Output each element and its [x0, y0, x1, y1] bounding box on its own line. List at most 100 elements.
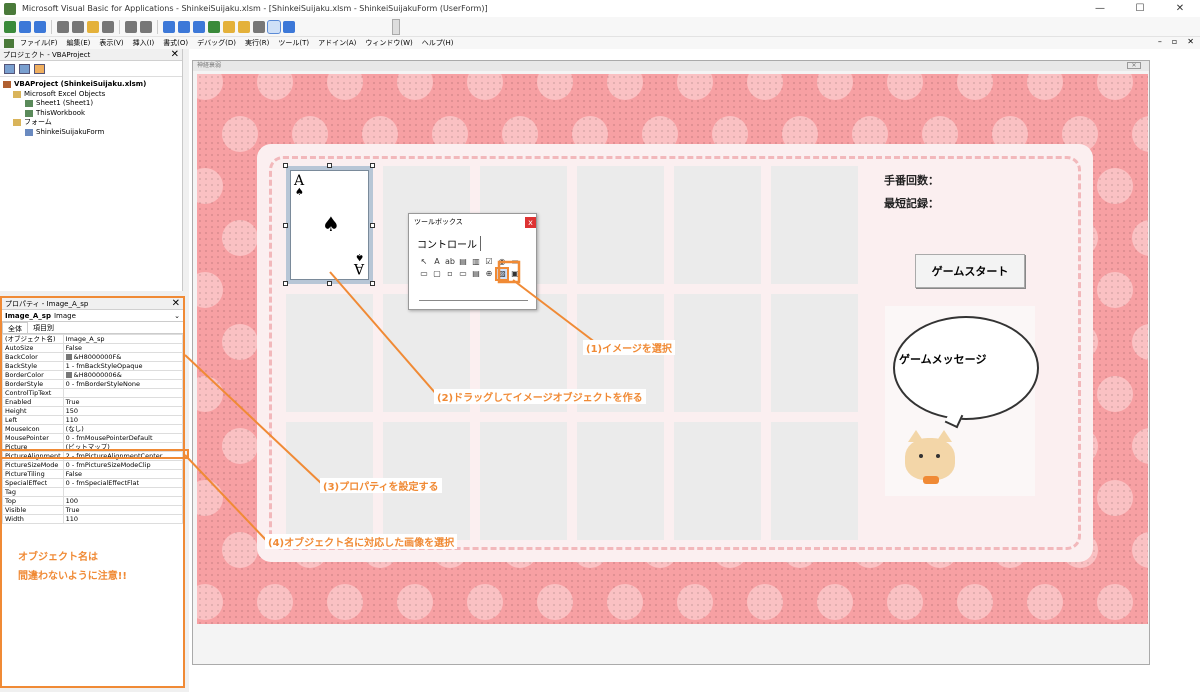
toolbox-control-icon[interactable]: ☑: [484, 257, 494, 267]
find-icon[interactable]: [102, 20, 114, 33]
property-row[interactable]: AutoSize False: [2, 343, 184, 353]
close-icon[interactable]: ✕: [172, 298, 180, 309]
resize-handle[interactable]: [370, 281, 375, 286]
property-value[interactable]: &H80000006&: [62, 370, 184, 380]
property-value[interactable]: 0 - fmMousePointerDefault: [62, 433, 184, 443]
mdi-restore-button[interactable]: ▫: [1172, 37, 1177, 46]
tree-node-userform[interactable]: ShinkeiSuijakuForm: [3, 128, 182, 138]
image-control-icon[interactable]: ▨: [495, 267, 509, 281]
mdi-close-button[interactable]: ✕: [1187, 37, 1194, 46]
close-button[interactable]: ✕: [1160, 0, 1200, 17]
properties-window-icon[interactable]: [238, 20, 250, 33]
property-value[interactable]: [62, 388, 184, 398]
excel-view-icon[interactable]: [4, 20, 16, 33]
break-icon[interactable]: [178, 20, 190, 33]
resize-handle[interactable]: [283, 163, 288, 168]
property-row[interactable]: BackColor &H8000000F&: [2, 352, 184, 362]
mdi-minimize-button[interactable]: –: [1158, 37, 1162, 46]
chevron-down-icon[interactable]: ⌄: [174, 312, 180, 320]
redo-icon[interactable]: [140, 20, 152, 33]
game-board[interactable]: A ♠ ♠ ♠ A 手番回数： 最短記録： ゲームスタート ゲームメッセージ: [257, 144, 1093, 562]
property-row[interactable]: Top 100: [2, 496, 184, 506]
property-row[interactable]: Visible True: [2, 505, 184, 515]
property-row[interactable]: PictureTiling False: [2, 469, 184, 479]
reset-icon[interactable]: [193, 20, 205, 33]
save-icon[interactable]: [34, 20, 46, 33]
object-browser-icon[interactable]: [253, 20, 265, 33]
property-row[interactable]: PictureSizeMode 0 - fmPictureSizeModeClip: [2, 460, 184, 470]
resize-handle[interactable]: [283, 223, 288, 228]
tab-controls[interactable]: コントロール: [417, 236, 481, 251]
property-value[interactable]: (なし): [62, 424, 184, 434]
property-row[interactable]: Left 110: [2, 415, 184, 425]
tab-alphabetic[interactable]: 全体: [2, 322, 28, 333]
property-value[interactable]: 110: [62, 514, 184, 524]
toolbox-control-icon[interactable]: ab: [445, 257, 455, 267]
property-row[interactable]: MousePointer 0 - fmMousePointerDefault: [2, 433, 184, 443]
toolbox-control-icon[interactable]: ▢: [432, 269, 442, 279]
resize-handle[interactable]: [327, 281, 332, 286]
property-row[interactable]: Height 150: [2, 406, 184, 416]
property-value[interactable]: False: [62, 469, 184, 479]
property-row[interactable]: MouseIcon (なし): [2, 424, 184, 434]
menu-format[interactable]: 書式(O): [163, 38, 188, 48]
property-value[interactable]: 150: [62, 406, 184, 416]
tree-node-project[interactable]: VBAProject (ShinkeiSuijaku.xlsm): [3, 80, 182, 90]
close-icon[interactable]: ✕: [171, 49, 179, 60]
property-value[interactable]: False: [62, 343, 184, 353]
property-value[interactable]: [62, 487, 184, 497]
paste-icon[interactable]: [87, 20, 99, 33]
maximize-button[interactable]: ☐: [1120, 0, 1160, 17]
property-row[interactable]: BorderColor &H80000006&: [2, 370, 184, 380]
toolbox-control-icon[interactable]: A: [432, 257, 442, 267]
menu-edit[interactable]: 編集(E): [67, 38, 91, 48]
property-value[interactable]: True: [62, 505, 184, 515]
run-icon[interactable]: [163, 20, 175, 33]
menu-tools[interactable]: ツール(T): [278, 38, 309, 48]
property-value[interactable]: &H8000000F&: [62, 352, 184, 362]
close-icon[interactable]: x: [525, 216, 536, 228]
menu-insert[interactable]: 挿入(I): [133, 38, 155, 48]
copy-icon[interactable]: [72, 20, 84, 33]
toolbox-control-icon[interactable]: ◉: [497, 257, 507, 267]
property-row[interactable]: SpecialEffect 0 - fmSpecialEffectFlat: [2, 478, 184, 488]
resize-handle[interactable]: [370, 223, 375, 228]
property-value[interactable]: True: [62, 397, 184, 407]
object-selector[interactable]: Image_A_sp Image ⌄: [2, 310, 183, 322]
menu-debug[interactable]: デバッグ(D): [197, 38, 236, 48]
toolbox-control-icon[interactable]: ↖: [419, 257, 429, 267]
toolbar-grip[interactable]: [392, 19, 400, 35]
image-a-sp[interactable]: A ♠ ♠ ♠ A: [286, 166, 373, 284]
tree-node-excel-objects[interactable]: Microsoft Excel Objects: [3, 90, 182, 100]
help-icon[interactable]: [283, 20, 295, 33]
menu-window[interactable]: ウィンドウ(W): [365, 38, 412, 48]
property-value[interactable]: 110: [62, 415, 184, 425]
undo-icon[interactable]: [125, 20, 137, 33]
toolbox-icon[interactable]: [267, 19, 281, 34]
toolbox-control-icon[interactable]: ▭: [458, 269, 468, 279]
toolbox-control-icon[interactable]: ▤: [458, 257, 468, 267]
toolbox-control-icon[interactable]: ⊕: [484, 269, 494, 279]
toolbox-control-icon[interactable]: [523, 269, 533, 279]
toolbox-control-icon[interactable]: ▤: [471, 269, 481, 279]
resize-handle[interactable]: [283, 281, 288, 286]
property-row[interactable]: Tag: [2, 487, 184, 497]
property-row[interactable]: BackStyle 1 - fmBackStyleOpaque: [2, 361, 184, 371]
toolbox-control-icon[interactable]: ▭: [419, 269, 429, 279]
property-row[interactable]: (オブジェクト名) Image_A_sp: [2, 334, 184, 344]
property-value[interactable]: 0 - fmBorderStyleNone: [62, 379, 184, 389]
property-row[interactable]: Enabled True: [2, 397, 184, 407]
property-value[interactable]: Image_A_sp: [62, 334, 184, 344]
toolbox-control-icon[interactable]: ▣: [510, 269, 520, 279]
property-value[interactable]: 1 - fmBackStyleOpaque: [62, 361, 184, 371]
cut-icon[interactable]: [57, 20, 69, 33]
resize-handle[interactable]: [327, 163, 332, 168]
toolbox-control-icon[interactable]: [523, 257, 533, 267]
toolbox-control-icon[interactable]: ▬: [510, 257, 520, 267]
property-value[interactable]: 0 - fmPictureSizeModeClip: [62, 460, 184, 470]
toolbox-control-icon[interactable]: ▥: [471, 257, 481, 267]
tree-node-thisworkbook[interactable]: ThisWorkbook: [3, 109, 182, 119]
minimize-button[interactable]: —: [1080, 0, 1120, 17]
property-row[interactable]: BorderStyle 0 - fmBorderStyleNone: [2, 379, 184, 389]
menu-help[interactable]: ヘルプ(H): [422, 38, 454, 48]
